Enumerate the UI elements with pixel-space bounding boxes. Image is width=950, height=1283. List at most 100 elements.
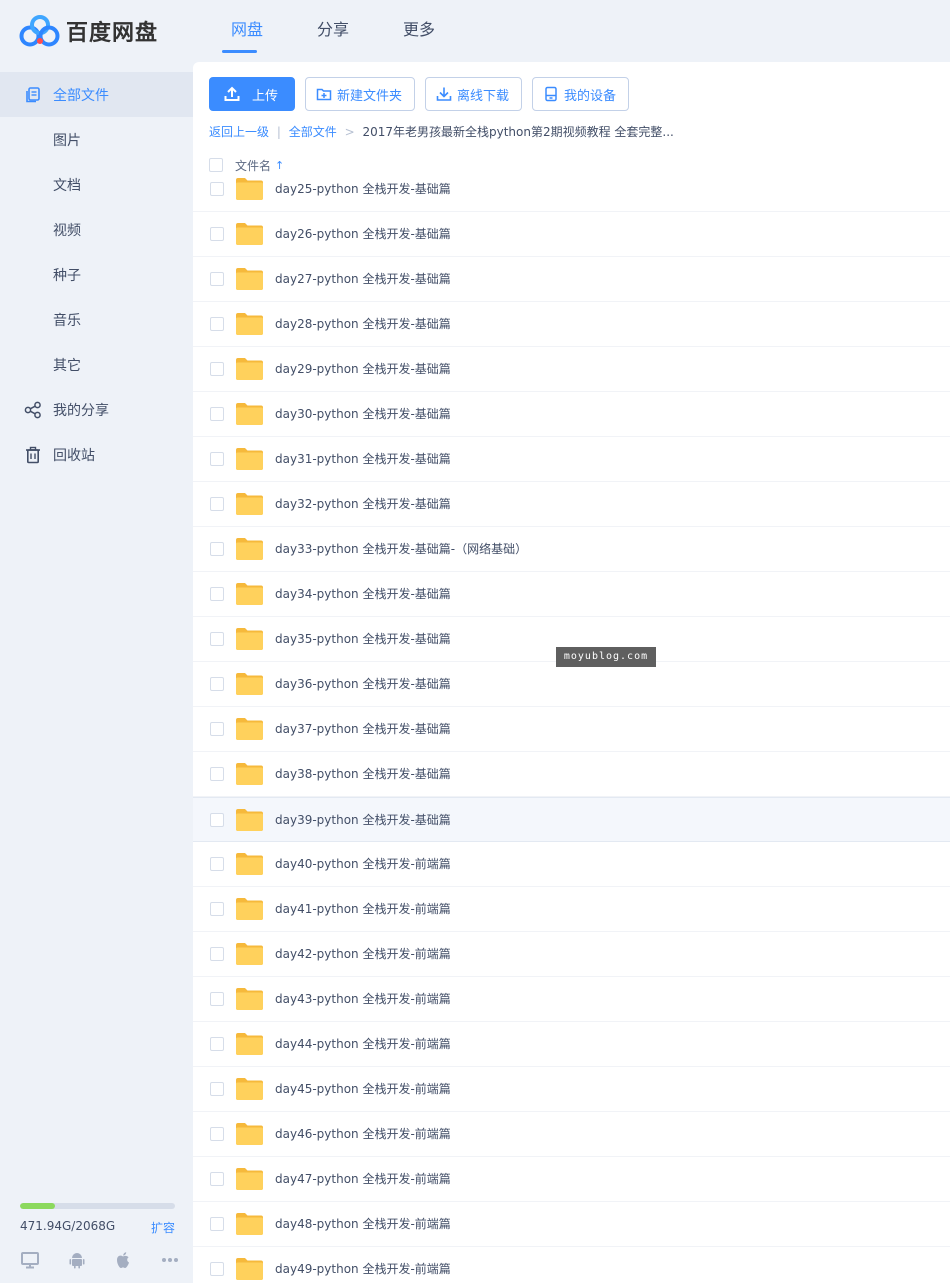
file-name[interactable]: day44-python 全栈开发-前端篇 (275, 1022, 451, 1067)
file-row[interactable]: day32-python 全栈开发-基础篇 (193, 482, 950, 527)
nav-tab-netdisk[interactable]: 网盘 (204, 0, 290, 62)
expand-storage-link[interactable]: 扩容 (151, 1219, 175, 1236)
file-row[interactable]: day41-python 全栈开发-前端篇 (193, 887, 950, 932)
file-row[interactable]: day33-python 全栈开发-基础篇-（网络基础） (193, 527, 950, 572)
row-checkbox[interactable] (210, 497, 224, 511)
file-row[interactable]: day42-python 全栈开发-前端篇 (193, 932, 950, 977)
row-checkbox[interactable] (210, 813, 224, 827)
file-name[interactable]: day35-python 全栈开发-基础篇 (275, 617, 451, 662)
file-name[interactable]: day28-python 全栈开发-基础篇 (275, 302, 451, 347)
row-checkbox[interactable] (210, 227, 224, 241)
file-row[interactable]: day31-python 全栈开发-基础篇 (193, 437, 950, 482)
row-checkbox[interactable] (210, 587, 224, 601)
file-row[interactable]: day48-python 全栈开发-前端篇 (193, 1202, 950, 1247)
file-row[interactable]: day47-python 全栈开发-前端篇 (193, 1157, 950, 1202)
row-checkbox[interactable] (210, 857, 224, 871)
nav-tab-more[interactable]: 更多 (376, 0, 462, 62)
nav-tab-share[interactable]: 分享 (290, 0, 376, 62)
new-folder-button[interactable]: 新建文件夹 (305, 77, 416, 111)
file-name[interactable]: day43-python 全栈开发-前端篇 (275, 977, 451, 1022)
row-checkbox[interactable] (210, 632, 224, 646)
file-name[interactable]: day30-python 全栈开发-基础篇 (275, 392, 451, 437)
row-checkbox[interactable] (210, 902, 224, 916)
file-name[interactable]: day45-python 全栈开发-前端篇 (275, 1067, 451, 1112)
file-name[interactable]: day48-python 全栈开发-前端篇 (275, 1202, 451, 1247)
row-checkbox[interactable] (210, 1037, 224, 1051)
apple-icon[interactable] (113, 1250, 133, 1270)
file-row[interactable]: day28-python 全栈开发-基础篇 (193, 302, 950, 347)
file-name[interactable]: day36-python 全栈开发-基础篇 (275, 662, 451, 707)
more-icon[interactable] (160, 1250, 180, 1270)
sidebar-item-images[interactable]: 图片 (0, 117, 193, 162)
desktop-icon[interactable] (20, 1250, 40, 1270)
row-checkbox[interactable] (210, 947, 224, 961)
sidebar-item-recycle-bin[interactable]: 回收站 (0, 432, 193, 477)
file-name[interactable]: day27-python 全栈开发-基础篇 (275, 257, 451, 302)
file-name[interactable]: day26-python 全栈开发-基础篇 (275, 212, 451, 257)
file-row[interactable]: day25-python 全栈开发-基础篇 (193, 167, 950, 212)
row-checkbox[interactable] (210, 272, 224, 286)
file-name[interactable]: day49-python 全栈开发-前端篇 (275, 1247, 451, 1283)
file-name[interactable]: day40-python 全栈开发-前端篇 (275, 842, 451, 887)
file-name[interactable]: day32-python 全栈开发-基础篇 (275, 482, 451, 527)
row-checkbox[interactable] (210, 992, 224, 1006)
android-icon[interactable] (67, 1250, 87, 1270)
file-name[interactable]: day47-python 全栈开发-前端篇 (275, 1157, 451, 1202)
sidebar-item-other[interactable]: 其它 (0, 342, 193, 387)
sidebar-item-all-files[interactable]: 全部文件 (0, 72, 193, 117)
sidebar-item-my-share[interactable]: 我的分享 (0, 387, 193, 432)
file-name[interactable]: day38-python 全栈开发-基础篇 (275, 752, 451, 797)
file-name[interactable]: day25-python 全栈开发-基础篇 (275, 167, 451, 212)
breadcrumb-root-link[interactable]: 全部文件 (289, 125, 337, 139)
sidebar-item-label: 文档 (53, 177, 81, 194)
file-row[interactable]: day39-python 全栈开发-基础篇 (193, 797, 950, 842)
file-name[interactable]: day41-python 全栈开发-前端篇 (275, 887, 451, 932)
file-name[interactable]: day33-python 全栈开发-基础篇-（网络基础） (275, 527, 527, 572)
file-row[interactable]: day49-python 全栈开发-前端篇 (193, 1247, 950, 1283)
file-row[interactable]: day34-python 全栈开发-基础篇 (193, 572, 950, 617)
file-row[interactable]: day29-python 全栈开发-基础篇 (193, 347, 950, 392)
file-row[interactable]: day30-python 全栈开发-基础篇 (193, 392, 950, 437)
row-checkbox[interactable] (210, 452, 224, 466)
row-checkbox[interactable] (210, 317, 224, 331)
file-row[interactable]: day27-python 全栈开发-基础篇 (193, 257, 950, 302)
file-row[interactable]: day36-python 全栈开发-基础篇 (193, 662, 950, 707)
file-name[interactable]: day42-python 全栈开发-前端篇 (275, 932, 451, 977)
row-checkbox[interactable] (210, 1172, 224, 1186)
file-row[interactable]: day46-python 全栈开发-前端篇 (193, 1112, 950, 1157)
row-checkbox[interactable] (210, 722, 224, 736)
sidebar-item-music[interactable]: 音乐 (0, 297, 193, 342)
file-row[interactable]: day40-python 全栈开发-前端篇 (193, 842, 950, 887)
row-checkbox[interactable] (210, 1262, 224, 1276)
logo[interactable]: 百度网盘 (18, 14, 158, 48)
file-row[interactable]: day38-python 全栈开发-基础篇 (193, 752, 950, 797)
row-checkbox[interactable] (210, 1127, 224, 1141)
file-name[interactable]: day31-python 全栈开发-基础篇 (275, 437, 451, 482)
upload-button[interactable]: 上传 (209, 77, 295, 111)
file-row[interactable]: day44-python 全栈开发-前端篇 (193, 1022, 950, 1067)
row-checkbox[interactable] (210, 542, 224, 556)
file-row[interactable]: day37-python 全栈开发-基础篇 (193, 707, 950, 752)
file-row[interactable]: day43-python 全栈开发-前端篇 (193, 977, 950, 1022)
row-checkbox[interactable] (210, 1082, 224, 1096)
file-row[interactable]: day45-python 全栈开发-前端篇 (193, 1067, 950, 1112)
row-checkbox[interactable] (210, 677, 224, 691)
row-checkbox[interactable] (210, 767, 224, 781)
breadcrumb-back-link[interactable]: 返回上一级 (209, 125, 269, 139)
sidebar-item-videos[interactable]: 视频 (0, 207, 193, 252)
file-name[interactable]: day34-python 全栈开发-基础篇 (275, 572, 451, 617)
file-name[interactable]: day37-python 全栈开发-基础篇 (275, 707, 451, 752)
offline-download-button[interactable]: 离线下载 (425, 77, 523, 111)
row-checkbox[interactable] (210, 362, 224, 376)
file-name[interactable]: day46-python 全栈开发-前端篇 (275, 1112, 451, 1157)
file-name[interactable]: day39-python 全栈开发-基础篇 (275, 798, 451, 843)
sidebar-item-label: 我的分享 (53, 402, 109, 419)
sidebar-item-torrents[interactable]: 种子 (0, 252, 193, 297)
sidebar-item-documents[interactable]: 文档 (0, 162, 193, 207)
row-checkbox[interactable] (210, 182, 224, 196)
row-checkbox[interactable] (210, 1217, 224, 1231)
file-name[interactable]: day29-python 全栈开发-基础篇 (275, 347, 451, 392)
my-devices-button[interactable]: 我的设备 (532, 77, 630, 111)
file-row[interactable]: day26-python 全栈开发-基础篇 (193, 212, 950, 257)
row-checkbox[interactable] (210, 407, 224, 421)
